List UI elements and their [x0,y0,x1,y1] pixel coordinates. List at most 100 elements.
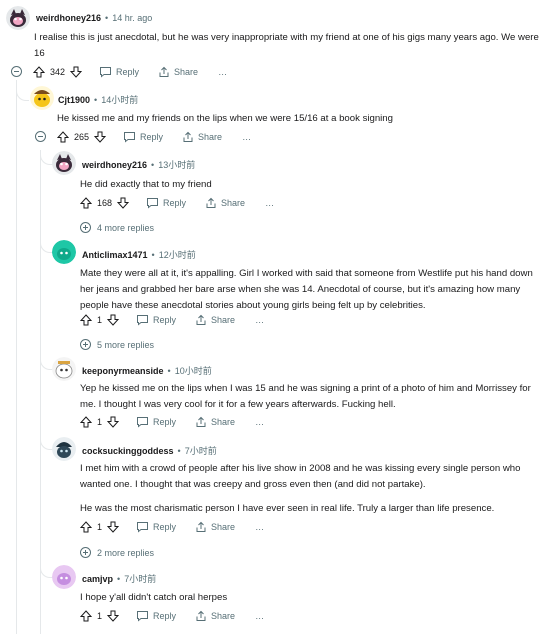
comment-actions: 1 Reply Share … [80,519,264,535]
timestamp[interactable]: 7小时前 [185,446,217,456]
username[interactable]: Cjt1900 [58,95,90,105]
reply-button[interactable]: Reply [136,416,176,428]
more-options-button[interactable]: … [255,417,264,427]
more-options-icon: … [265,198,275,208]
avatar[interactable] [52,437,76,461]
more-options-button[interactable]: … [255,315,264,325]
comment-text: I hope y'all didn't catch oral herpes [80,592,228,603]
upvote-icon[interactable] [80,521,92,533]
downvote-icon[interactable] [107,610,120,622]
reply-button[interactable]: Reply [99,66,139,78]
downvote-icon[interactable] [107,314,120,326]
comment-meta: weirdhoney216 • 13小时前 [82,160,196,170]
more-options-button[interactable]: … [218,67,227,77]
timestamp[interactable]: 10小时前 [175,366,212,376]
comment-actions: 168 Reply Share … [80,195,274,211]
more-replies-link[interactable]: 5 more replies [80,339,154,350]
more-options-button[interactable]: … [265,198,274,208]
timestamp[interactable]: 13小时前 [158,160,195,170]
avatar[interactable] [6,6,30,30]
snoo-teal-icon [52,240,76,264]
collapse-thread-button[interactable] [35,131,46,142]
share-button[interactable]: Share [195,416,235,428]
comment-bubble-icon [137,417,149,428]
username[interactable]: camjvp [82,574,113,584]
vote-score: 168 [97,198,113,208]
reply-label: Reply [163,198,187,208]
more-replies-link[interactable]: 2 more replies [80,547,154,558]
more-replies-link[interactable]: 4 more replies [80,222,154,233]
more-options-icon: … [255,417,265,427]
avatar[interactable] [52,151,76,175]
downvote-icon[interactable] [117,197,130,209]
comment-text: I realise this is just anecdotal, but he… [34,32,539,59]
thread-line-level-1 [16,80,17,634]
username[interactable]: Anticlimax1471 [82,250,148,260]
comment-bubble-icon [137,611,149,622]
comment-body: I realise this is just anecdotal, but he… [34,30,546,62]
comment-text: Yep he kissed me on the lips when I was … [80,383,531,410]
share-icon [159,66,169,77]
comment-body: He did exactly that to my friend [80,177,546,193]
share-button[interactable]: Share [205,197,245,209]
timestamp[interactable]: 14小时前 [101,95,138,105]
comment-text: He was the most charismatic person I hav… [80,503,495,514]
username[interactable]: keeponyrmeanside [82,366,164,376]
reply-button[interactable]: Reply [136,314,176,326]
avatar[interactable] [52,240,76,264]
vote-group: 168 [80,197,130,209]
snoo-pink-icon [52,151,76,175]
more-options-button[interactable]: … [255,522,264,532]
comment-meta: Cjt1900 • 14小时前 [58,95,139,105]
reply-label: Reply [153,611,177,621]
downvote-icon[interactable] [70,66,83,78]
upvote-icon[interactable] [57,131,69,143]
share-button[interactable]: Share [195,314,235,326]
comment-text: He kissed me and my friends on the lips … [57,113,393,124]
downvote-icon[interactable] [107,521,120,533]
share-button[interactable]: Share [195,610,235,622]
more-options-icon: … [242,132,252,142]
reply-label: Reply [153,522,177,532]
upvote-icon[interactable] [80,314,92,326]
timestamp[interactable]: 7小时前 [124,574,156,584]
username[interactable]: weirdhoney216 [82,160,147,170]
username[interactable]: weirdhoney216 [36,13,101,23]
avatar[interactable] [52,565,76,589]
more-options-button[interactable]: … [255,611,264,621]
share-icon [183,131,193,142]
comment-text: I met him with a crowd of people after h… [80,463,521,490]
share-icon [196,314,206,325]
reply-button[interactable]: Reply [123,131,163,143]
expand-icon [80,339,91,350]
more-options-button[interactable]: … [242,132,251,142]
username[interactable]: cocksuckinggoddess [82,446,174,456]
timestamp[interactable]: 12小时前 [159,250,196,260]
collapse-thread-button[interactable] [11,66,22,77]
timestamp[interactable]: 14 hr. ago [112,13,152,23]
avatar[interactable] [52,357,76,381]
downvote-icon[interactable] [107,416,120,428]
vote-score: 342 [50,67,66,77]
share-button[interactable]: Share [195,521,235,533]
share-button[interactable]: Share [158,66,198,78]
snoo-dark-icon [52,437,76,461]
avatar[interactable] [30,86,54,110]
expand-icon [80,222,91,233]
reply-button[interactable]: Reply [136,610,176,622]
upvote-icon[interactable] [80,610,92,622]
vote-group: 1 [80,610,120,622]
vote-group: 342 [33,66,83,78]
downvote-icon[interactable] [94,131,107,143]
share-button[interactable]: Share [182,131,222,143]
reply-button[interactable]: Reply [136,521,176,533]
share-icon [196,610,206,621]
reply-button[interactable]: Reply [146,197,186,209]
upvote-icon[interactable] [80,416,92,428]
upvote-icon[interactable] [80,197,92,209]
comment-bubble-icon [147,198,159,209]
upvote-icon[interactable] [33,66,45,78]
vote-score: 1 [97,417,103,427]
more-options-icon: … [255,315,265,325]
share-label: Share [211,417,236,427]
